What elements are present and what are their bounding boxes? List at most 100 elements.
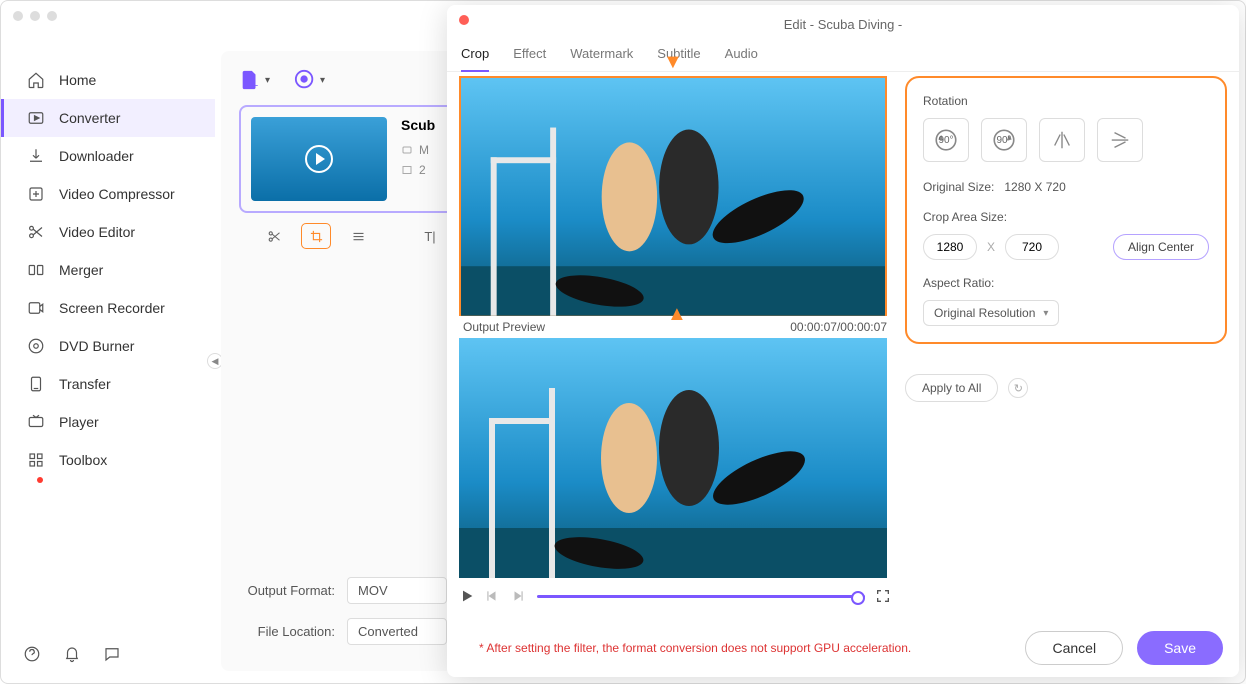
home-icon xyxy=(27,71,45,89)
crop-button[interactable] xyxy=(301,223,331,249)
cancel-button[interactable]: Cancel xyxy=(1025,631,1123,665)
converter-icon xyxy=(27,109,45,127)
next-frame-button[interactable] xyxy=(511,589,527,603)
sidebar-item-transfer[interactable]: Transfer xyxy=(1,365,215,403)
sidebar-item-label: Screen Recorder xyxy=(59,300,165,316)
settings-highlight: Rotation 90° 90° Original Size: 1280 X 7… xyxy=(905,76,1227,344)
original-size-value: 1280 X 720 xyxy=(1004,180,1065,194)
settings-button[interactable] xyxy=(343,223,373,249)
item-tools: T| M xyxy=(259,223,468,249)
crop-width-input[interactable] xyxy=(923,234,977,260)
scene-illustration xyxy=(459,338,887,578)
prev-frame-button[interactable] xyxy=(485,589,501,603)
output-settings: Output Format: MOV File Location: Conver… xyxy=(235,577,447,659)
chat-icon[interactable] xyxy=(103,645,121,663)
chevron-down-icon: ▾ xyxy=(265,75,270,86)
add-disc-button[interactable]: ▾ xyxy=(294,69,325,91)
sidebar-item-label: Converter xyxy=(59,110,120,126)
output-format-label: Output Format: xyxy=(235,583,335,598)
sidebar-item-label: DVD Burner xyxy=(59,338,134,354)
edit-modal: Edit - Scuba Diving - Crop Effect Waterm… xyxy=(447,5,1239,677)
flip-vertical-button[interactable] xyxy=(1097,118,1143,162)
recorder-icon xyxy=(27,299,45,317)
warning-text: * After setting the filter, the format c… xyxy=(463,641,927,655)
x-separator: X xyxy=(987,240,995,254)
compress-icon xyxy=(27,185,45,203)
sidebar-item-label: Toolbox xyxy=(59,452,107,468)
notification-dot xyxy=(37,477,43,483)
save-button[interactable]: Save xyxy=(1137,631,1223,665)
sidebar-item-toolbox[interactable]: Toolbox xyxy=(1,441,215,479)
apply-row: Apply to All ↻ xyxy=(905,374,1227,402)
tab-effect[interactable]: Effect xyxy=(513,46,546,71)
scene-illustration xyxy=(461,78,885,316)
video-thumbnail[interactable] xyxy=(251,117,387,201)
reset-button[interactable]: ↻ xyxy=(1008,378,1028,398)
sidebar-item-compressor[interactable]: Video Compressor xyxy=(1,175,215,213)
main-window: Home Converter Downloader Video Compress… xyxy=(0,0,1246,684)
sidebar-item-label: Merger xyxy=(59,262,103,278)
sidebar-item-converter[interactable]: Converter xyxy=(1,99,215,137)
fullscreen-button[interactable] xyxy=(875,588,891,604)
sidebar-item-label: Home xyxy=(59,72,96,88)
play-icon xyxy=(305,145,333,173)
sidebar-item-dvd[interactable]: DVD Burner xyxy=(1,327,215,365)
traffic-lights xyxy=(13,11,57,21)
crop-height-input[interactable] xyxy=(1005,234,1059,260)
tab-subtitle[interactable]: Subtitle xyxy=(657,46,700,71)
transfer-icon xyxy=(27,375,45,393)
download-icon xyxy=(27,147,45,165)
min-dot[interactable] xyxy=(30,11,40,21)
arrow-up-icon: ▲ xyxy=(667,303,687,326)
file-location-label: File Location: xyxy=(235,624,335,639)
sidebar-item-recorder[interactable]: Screen Recorder xyxy=(1,289,215,327)
cut-button[interactable] xyxy=(259,223,289,249)
flip-horizontal-button[interactable] xyxy=(1039,118,1085,162)
file-location-select[interactable]: Converted xyxy=(347,618,447,645)
tabs: Crop Effect Watermark Subtitle Audio ▼ xyxy=(447,32,1239,72)
sidebar-item-label: Downloader xyxy=(59,148,134,164)
sidebar-item-label: Video Compressor xyxy=(59,186,175,202)
sidebar: Home Converter Downloader Video Compress… xyxy=(1,33,215,653)
help-icon[interactable] xyxy=(23,645,41,663)
sidebar-item-editor[interactable]: Video Editor xyxy=(1,213,215,251)
output-format-select[interactable]: MOV xyxy=(347,577,447,604)
sidebar-item-player[interactable]: Player xyxy=(1,403,215,441)
aspect-ratio-label: Aspect Ratio: xyxy=(923,276,1209,290)
close-dot[interactable] xyxy=(13,11,23,21)
grid-icon xyxy=(27,451,45,469)
tab-watermark[interactable]: Watermark xyxy=(570,46,633,71)
tv-icon xyxy=(27,413,45,431)
sidebar-item-label: Player xyxy=(59,414,99,430)
text-button[interactable]: T| xyxy=(415,223,445,249)
add-file-button[interactable]: + ▾ xyxy=(239,69,270,91)
sidebar-item-home[interactable]: Home xyxy=(1,61,215,99)
crop-size-inputs: X Align Center xyxy=(923,234,1209,260)
rotate-cw-button[interactable]: 90° xyxy=(981,118,1027,162)
chevron-down-icon: ▾ xyxy=(320,75,325,86)
merge-icon xyxy=(27,261,45,279)
rotate-ccw-button[interactable]: 90° xyxy=(923,118,969,162)
align-center-button[interactable]: Align Center xyxy=(1113,234,1209,260)
max-dot[interactable] xyxy=(47,11,57,21)
tab-crop[interactable]: Crop xyxy=(461,46,489,71)
sidebar-item-downloader[interactable]: Downloader xyxy=(1,137,215,175)
bell-icon[interactable] xyxy=(63,645,81,663)
scissors-icon xyxy=(27,223,45,241)
settings-column: Rotation 90° 90° Original Size: 1280 X 7… xyxy=(905,72,1227,612)
output-preview-label: Output Preview xyxy=(463,320,545,334)
sidebar-item-merger[interactable]: Merger xyxy=(1,251,215,289)
play-button[interactable] xyxy=(459,588,475,604)
preview-column: ▲ Output Preview 00:00:07/00:00:07 xyxy=(459,72,891,612)
apply-to-all-button[interactable]: Apply to All xyxy=(905,374,998,402)
editor-body: ▲ Output Preview 00:00:07/00:00:07 xyxy=(447,72,1239,612)
seek-slider[interactable] xyxy=(537,595,865,598)
sidebar-utility xyxy=(23,645,121,663)
crop-preview[interactable]: ▲ xyxy=(459,76,887,316)
rotation-buttons: 90° 90° xyxy=(923,118,1209,162)
disc-icon xyxy=(27,337,45,355)
tab-audio[interactable]: Audio xyxy=(725,46,758,71)
modal-footer: * After setting the filter, the format c… xyxy=(463,631,1223,665)
timecode: 00:00:07/00:00:07 xyxy=(790,320,887,334)
aspect-ratio-select[interactable]: Original Resolution xyxy=(923,300,1059,326)
